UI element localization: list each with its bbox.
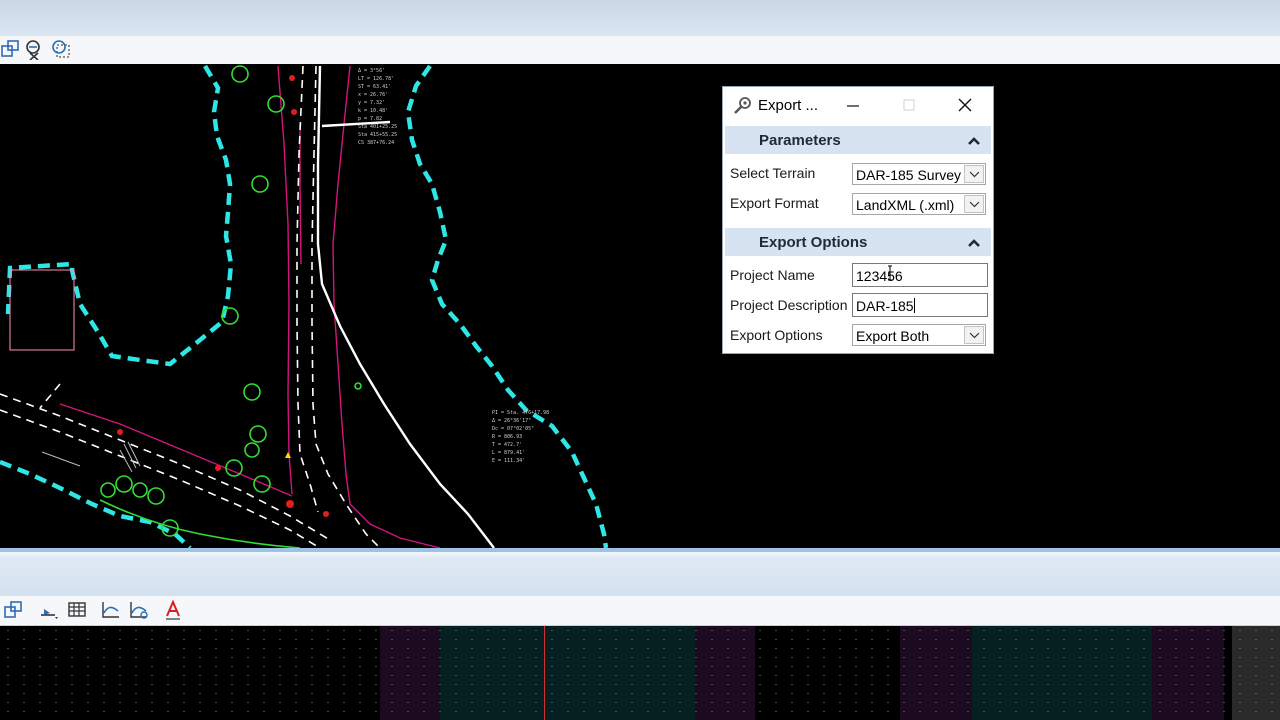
select-terrain-value: DAR-185 Survey	[856, 167, 962, 183]
svg-text:PI = Sta. 476+17.98: PI = Sta. 476+17.98	[492, 410, 549, 416]
close-button[interactable]	[945, 91, 985, 119]
project-description-value: DAR-185	[856, 298, 914, 314]
view-splitter[interactable]	[0, 548, 1280, 596]
view-window-icon[interactable]	[0, 38, 22, 60]
parameters-section-header[interactable]: Parameters	[725, 126, 991, 154]
export-format-dropdown[interactable]: LandXML (.xml)	[852, 193, 986, 215]
svg-text:E = 111.34': E = 111.34'	[492, 458, 525, 464]
chevron-up-icon[interactable]	[967, 134, 981, 146]
svg-text:LT = 126.78': LT = 126.78'	[358, 76, 394, 82]
svg-text:Sta 415+55.25: Sta 415+55.25	[358, 132, 397, 138]
project-description-label: Project Description	[730, 297, 848, 313]
clip-tool-icon[interactable]	[24, 38, 46, 60]
profile-view-canvas[interactable]	[0, 626, 1280, 720]
export-dialog: Export ... Parameters Select Terrain DAR…	[722, 86, 994, 354]
export-options-value: Export Both	[856, 328, 930, 344]
select-terrain-label: Select Terrain	[730, 165, 816, 181]
svg-text:y = 7.32': y = 7.32'	[358, 100, 385, 106]
profile-grid	[0, 626, 1280, 720]
project-name-value: 123456	[856, 268, 903, 284]
svg-text:p = 7.82: p = 7.82	[358, 116, 382, 122]
chevron-down-icon[interactable]	[964, 165, 984, 183]
view-clip-icon[interactable]	[50, 38, 72, 60]
chevron-up-icon[interactable]	[967, 236, 981, 248]
maximize-button[interactable]	[889, 91, 929, 119]
svg-text:Sta 401+25.25: Sta 401+25.25	[358, 124, 397, 130]
text-style-icon[interactable]	[162, 599, 184, 621]
export-format-value: LandXML (.xml)	[856, 197, 955, 213]
view-toolbar-top	[0, 36, 1280, 65]
export-options-section-header[interactable]: Export Options	[725, 228, 991, 256]
svg-text:L = 879.41': L = 879.41'	[492, 450, 525, 456]
table-icon[interactable]	[66, 599, 88, 621]
export-options-dropdown[interactable]: Export Both	[852, 324, 986, 346]
profile-tool-icon[interactable]	[128, 599, 150, 621]
minimize-button[interactable]	[833, 91, 873, 119]
view-toolbar-bottom	[0, 596, 1280, 626]
svg-text:R = 806.93: R = 806.93	[492, 434, 522, 440]
svg-text:T = 472.7': T = 472.7'	[492, 442, 522, 448]
tools-icon	[732, 95, 754, 115]
text-cursor-icon	[887, 265, 893, 284]
svg-text:Dc = 07°02'05": Dc = 07°02'05"	[492, 426, 534, 432]
section-title: Parameters	[759, 132, 841, 149]
svg-text:k = 10.48': k = 10.48'	[358, 108, 388, 114]
level-display-icon[interactable]	[38, 599, 60, 621]
select-terrain-dropdown[interactable]: DAR-185 Survey	[852, 163, 986, 185]
project-name-input[interactable]: 123456	[852, 263, 988, 287]
app-titlebar	[0, 0, 1280, 36]
svg-text:Δ = 26°36'17": Δ = 26°36'17"	[492, 418, 531, 424]
export-format-label: Export Format	[730, 195, 819, 211]
chevron-down-icon[interactable]	[964, 195, 984, 213]
svg-text:ST = 63.41': ST = 63.41'	[358, 84, 391, 90]
export-options-label: Export Options	[730, 327, 823, 343]
svg-text:Δ = 3°56': Δ = 3°56'	[358, 68, 385, 74]
text-caret	[913, 298, 915, 313]
project-name-label: Project Name	[730, 267, 815, 283]
svg-text:CS 387+76.24: CS 387+76.24	[358, 140, 394, 146]
profile-view-icon[interactable]	[100, 599, 122, 621]
section-title: Export Options	[759, 234, 868, 251]
project-description-input[interactable]: DAR-185	[852, 293, 988, 317]
dialog-title: Export ...	[758, 97, 819, 114]
view-window-icon[interactable]	[3, 599, 25, 621]
plan-view-canvas[interactable]: Δ = 3°56' LT = 126.78' ST = 63.41' x = 26.…	[0, 64, 1280, 548]
svg-text:x = 26.76': x = 26.76'	[358, 92, 388, 98]
dialog-titlebar[interactable]: Export ...	[723, 87, 993, 123]
chevron-down-icon[interactable]	[964, 326, 984, 344]
